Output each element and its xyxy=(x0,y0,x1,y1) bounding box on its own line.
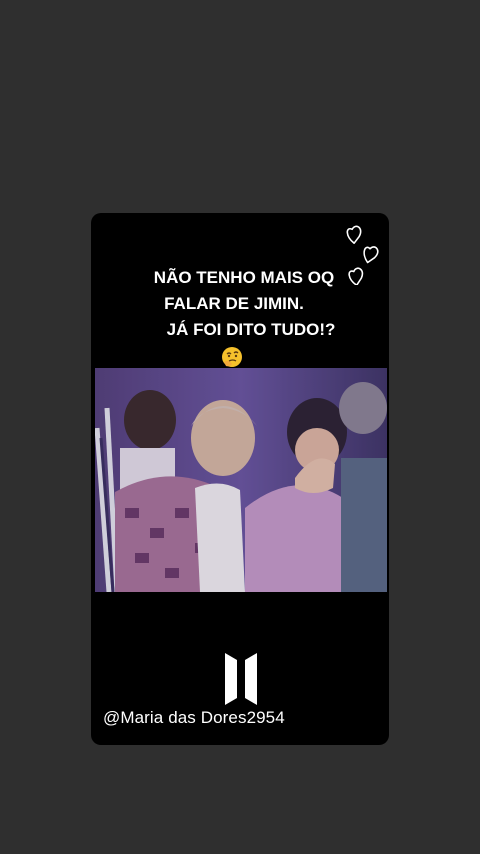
story-caption: NÃO TENHO MAIS OQ FALAR DE JIMIN. JÁ FOI… xyxy=(91,265,389,343)
story-screen: NÃO TENHO MAIS OQ FALAR DE JIMIN. JÁ FOI… xyxy=(0,0,480,854)
video-frame[interactable] xyxy=(95,368,387,592)
caption-line-2: FALAR DE JIMIN. xyxy=(164,294,304,313)
story-card[interactable]: NÃO TENHO MAIS OQ FALAR DE JIMIN. JÁ FOI… xyxy=(91,213,389,745)
bts-logo-icon xyxy=(225,653,257,705)
thinking-face-icon xyxy=(222,347,242,367)
caption-line-3: JÁ FOI DITO TUDO!? xyxy=(166,320,336,339)
username-watermark: @Maria das Dores2954 xyxy=(103,708,285,727)
caption-line-1: NÃO TENHO MAIS OQ xyxy=(153,268,335,287)
video-still-image xyxy=(95,368,387,592)
